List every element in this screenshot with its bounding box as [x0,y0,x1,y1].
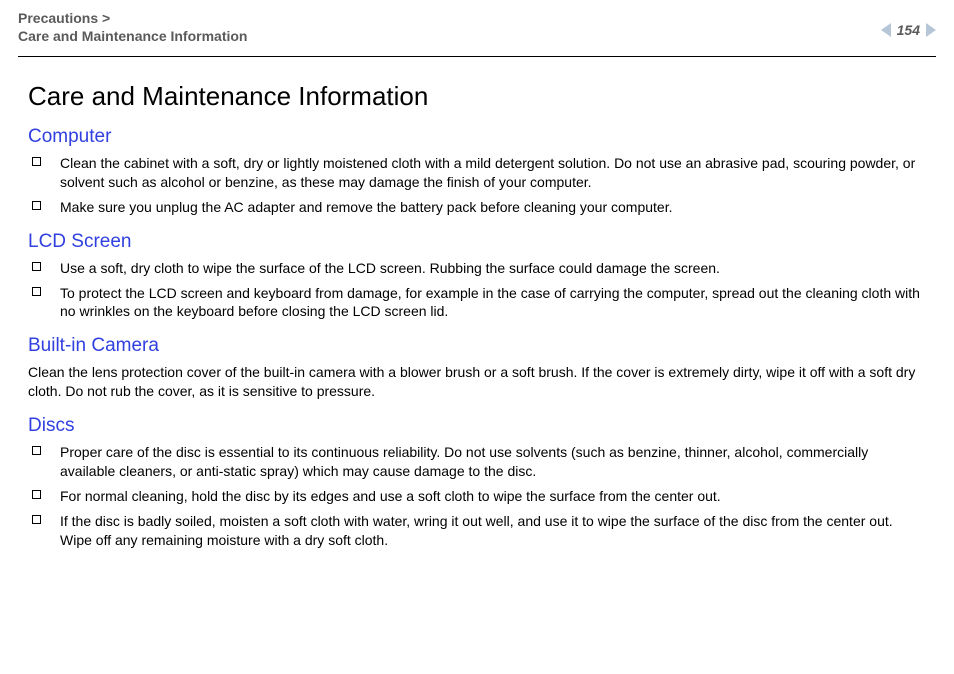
list-item: Clean the cabinet with a soft, dry or li… [54,154,926,192]
page-header: Precautions > Care and Maintenance Infor… [18,0,936,57]
breadcrumb-current: Care and Maintenance Information [18,28,247,46]
list-item: If the disc is badly soiled, moisten a s… [54,512,926,550]
breadcrumb: Precautions > Care and Maintenance Infor… [18,10,247,45]
prev-page-icon[interactable] [881,23,891,37]
list-discs: Proper care of the disc is essential to … [28,443,926,549]
list-item: Use a soft, dry cloth to wipe the surfac… [54,259,926,278]
next-page-icon[interactable] [926,23,936,37]
list-computer: Clean the cabinet with a soft, dry or li… [28,154,926,217]
section-heading-discs: Discs [28,415,926,437]
document-page: Precautions > Care and Maintenance Infor… [0,0,954,674]
page-content: Care and Maintenance Information Compute… [0,57,954,550]
body-text-camera: Clean the lens protection cover of the b… [28,363,926,401]
section-heading-camera: Built-in Camera [28,335,926,357]
list-lcd: Use a soft, dry cloth to wipe the surfac… [28,259,926,322]
list-item: To protect the LCD screen and keyboard f… [54,284,926,322]
list-item: Make sure you unplug the AC adapter and … [54,198,926,217]
section-heading-computer: Computer [28,126,926,148]
breadcrumb-parent: Precautions > [18,10,247,28]
list-item: For normal cleaning, hold the disc by it… [54,487,926,506]
page-title: Care and Maintenance Information [28,81,926,112]
section-heading-lcd: LCD Screen [28,231,926,253]
list-item: Proper care of the disc is essential to … [54,443,926,481]
page-number: 154 [897,22,920,38]
page-number-nav: 154 [881,22,936,38]
